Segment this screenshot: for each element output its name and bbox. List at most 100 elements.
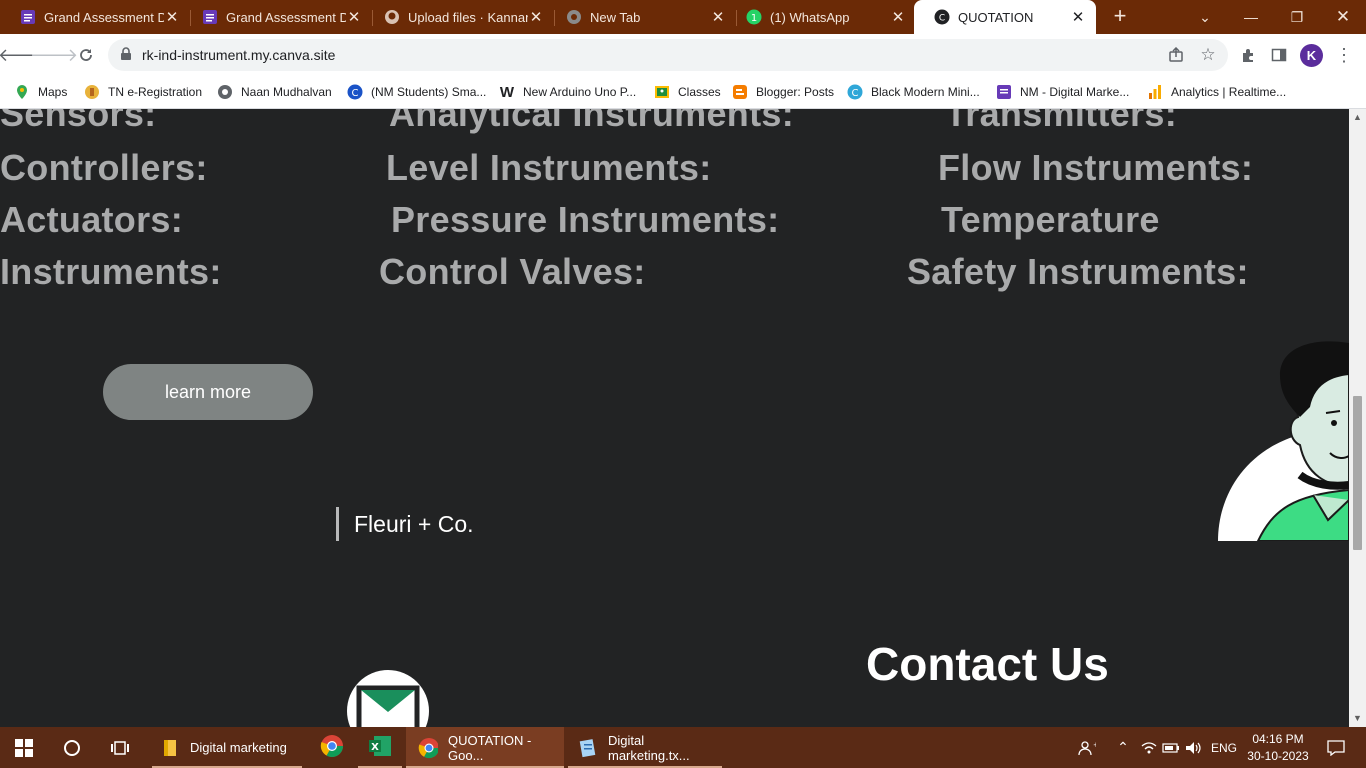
clock[interactable]: 04:16 PM 30-10-2023 <box>1246 727 1310 768</box>
chrome-icon <box>418 737 438 758</box>
chevron-up-icon[interactable]: ⌃ <box>1112 727 1134 768</box>
bookmarks-bar: Maps TN e-Registration Naan Mudhalvan C … <box>0 76 1366 109</box>
taskbar-notepad[interactable]: Digital marketing.tx... <box>568 727 722 768</box>
windows-icon <box>15 738 33 757</box>
maps-icon <box>14 84 30 100</box>
bookmark-label: Naan Mudhalvan <box>241 85 332 99</box>
side-panel-icon[interactable] <box>1267 43 1291 67</box>
scroll-down-icon[interactable]: ▼ <box>1353 713 1362 723</box>
tab-grand-assessment-1[interactable]: Grand Assessment Di ✕ <box>0 0 190 34</box>
tab-title: QUOTATION <box>958 9 1034 25</box>
bookmark-naan-mudhalvan[interactable]: Naan Mudhalvan <box>217 82 332 102</box>
windows-taskbar: Digital marketing X QUOTATION - Goo... D… <box>0 727 1366 768</box>
close-window-button[interactable]: ✕ <box>1320 0 1366 34</box>
bookmark-nm-students[interactable]: C (NM Students) Sma... <box>347 82 486 102</box>
tab-title: Grand Assessment Di <box>226 9 346 25</box>
tab-strip: Grand Assessment Di ✕ Grand Assessment D… <box>0 0 1366 34</box>
cortana-icon <box>64 739 80 756</box>
bookmark-maps[interactable]: Maps <box>14 82 67 102</box>
svg-text:C: C <box>939 14 945 24</box>
taskbar-quotation-chrome[interactable]: QUOTATION - Goo... <box>406 727 564 768</box>
forms-icon <box>996 84 1012 100</box>
lock-icon[interactable] <box>120 47 132 66</box>
category-instruments: Instruments: <box>0 251 222 292</box>
language-indicator[interactable]: ENG <box>1208 727 1240 768</box>
tab-grand-assessment-2[interactable]: Grand Assessment Di ✕ <box>182 0 372 34</box>
bookmark-analytics[interactable]: Analytics | Realtime... <box>1147 82 1286 102</box>
category-actuators: Actuators: <box>0 199 184 240</box>
tab-whatsapp[interactable]: 1 (1) WhatsApp ✕ <box>726 0 916 34</box>
restore-button[interactable]: ❐ <box>1274 0 1320 34</box>
share-icon[interactable] <box>1164 43 1188 67</box>
bookmark-label: Black Modern Mini... <box>871 85 980 99</box>
excel-icon: X <box>368 735 392 760</box>
contact-us-heading: Contact Us <box>866 638 1109 690</box>
whatsapp-icon: 1 <box>746 9 762 25</box>
profile-avatar[interactable]: K <box>1300 44 1323 67</box>
volume-icon[interactable] <box>1183 727 1205 768</box>
folder-icon <box>160 738 180 758</box>
category-temperature: Temperature <box>941 199 1160 240</box>
reload-button[interactable] <box>74 43 98 67</box>
bookmark-label: Blogger: Posts <box>756 85 835 99</box>
page-scrollbar[interactable]: ▲ ▼ <box>1349 109 1366 727</box>
blogger-icon <box>732 84 748 100</box>
wifi-icon[interactable] <box>1138 727 1160 768</box>
chrome-icon <box>320 734 344 761</box>
w-logo-icon: W <box>499 83 515 101</box>
clock-time: 04:16 PM <box>1252 731 1304 746</box>
tab-search-icon[interactable]: ⌄ <box>1182 0 1228 34</box>
taskbar-file-explorer[interactable]: Digital marketing <box>152 727 302 768</box>
taskbar-label: QUOTATION - Goo... <box>448 732 532 763</box>
task-view-button[interactable] <box>96 727 144 768</box>
notification-icon[interactable] <box>1318 727 1354 768</box>
chrome-icon <box>566 9 582 25</box>
bookmark-tn-e-registration[interactable]: TN e-Registration <box>84 82 202 102</box>
bookmark-classes[interactable]: Classes <box>654 82 721 102</box>
taskbar-chrome[interactable] <box>310 727 354 768</box>
bookmark-star-icon[interactable]: ☆ <box>1196 43 1220 67</box>
bookmark-nm-digital[interactable]: NM - Digital Marke... <box>996 82 1129 102</box>
mail-icon[interactable] <box>347 670 429 727</box>
extensions-icon[interactable] <box>1236 43 1260 67</box>
new-tab-button[interactable]: + <box>1108 5 1132 29</box>
category-pressure-instruments: Pressure Instruments: <box>391 199 780 240</box>
page-content: Sensors: Controllers: Actuators: Instrum… <box>0 109 1349 727</box>
tab-quotation[interactable]: C QUOTATION ✕ <box>914 0 1096 34</box>
search-button[interactable] <box>48 727 96 768</box>
bookmark-black-modern[interactable]: C Black Modern Mini... <box>847 82 980 102</box>
menu-kebab-icon[interactable]: ⋮ <box>1332 43 1356 67</box>
taskbar-excel[interactable]: X <box>358 727 402 768</box>
tab-upload-files[interactable]: Upload files · Kannan ✕ <box>364 0 554 34</box>
close-tab-icon[interactable]: ✕ <box>890 8 906 26</box>
scroll-up-icon[interactable]: ▲ <box>1353 112 1362 122</box>
bookmark-label: TN e-Registration <box>108 85 203 99</box>
address-bar[interactable]: rk-ind-instrument.my.canva.site <box>108 39 1228 71</box>
people-icon[interactable]: + <box>1074 727 1100 768</box>
tab-new-tab[interactable]: New Tab ✕ <box>546 0 736 34</box>
emblem-icon <box>84 84 100 100</box>
canva-icon: C <box>847 84 863 100</box>
minimize-button[interactable]: — <box>1228 0 1274 34</box>
bookmark-blogger[interactable]: Blogger: Posts <box>732 82 834 102</box>
close-tab-icon[interactable]: ✕ <box>528 8 544 26</box>
github-icon <box>384 9 400 25</box>
forms-icon <box>20 9 36 25</box>
close-tab-icon[interactable]: ✕ <box>164 8 180 26</box>
analytics-icon <box>1147 84 1163 100</box>
bookmark-arduino[interactable]: W New Arduino Uno P... <box>499 82 636 102</box>
battery-icon[interactable] <box>1160 727 1182 768</box>
svg-text:X: X <box>371 742 379 753</box>
close-tab-icon[interactable]: ✕ <box>710 8 726 26</box>
forward-button[interactable]: 🡒 <box>30 43 78 67</box>
classroom-icon <box>654 84 670 100</box>
start-button[interactable] <box>0 727 48 768</box>
close-tab-icon[interactable]: ✕ <box>346 8 362 26</box>
learn-more-button[interactable]: learn more <box>103 364 313 420</box>
close-tab-icon[interactable]: ✕ <box>1070 8 1086 26</box>
notepad-icon <box>578 738 598 758</box>
tab-title: Upload files · Kannan <box>408 9 528 25</box>
person-illustration <box>1218 335 1349 546</box>
scrollbar-thumb[interactable] <box>1353 396 1362 550</box>
browser-toolbar: 🡐 🡒 rk-ind-instrument.my.canva.site ☆ K … <box>0 34 1366 76</box>
